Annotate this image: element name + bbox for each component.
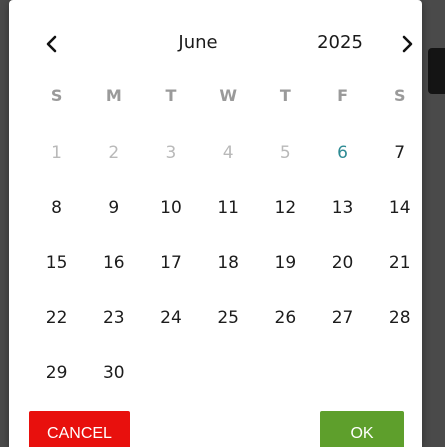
month-selector[interactable]: June: [139, 32, 257, 53]
previous-month-button[interactable]: [35, 27, 69, 61]
background-panel-edge: [428, 48, 445, 94]
day-cell: 2: [108, 142, 120, 163]
day-cell[interactable]: 22: [28, 290, 85, 345]
day-cell[interactable]: 29: [28, 345, 85, 400]
day-cell[interactable]: 24: [142, 290, 199, 345]
day-cell: 3: [165, 142, 177, 163]
day-cell[interactable]: 23: [85, 290, 142, 345]
day-cell[interactable]: 30: [85, 345, 142, 400]
day-cell[interactable]: 11: [200, 180, 257, 235]
day-cell[interactable]: 15: [28, 235, 85, 290]
weekday-label: T: [165, 86, 177, 105]
cancel-button[interactable]: CANCEL: [29, 411, 130, 447]
ok-button[interactable]: OK: [320, 411, 404, 447]
screen: June 2025 S M T W T F S 1 2 3 4 5 6 7 8 9 10 11 12 1…: [0, 0, 445, 447]
calendar-header: June 2025: [9, 0, 422, 80]
day-cell[interactable]: 17: [142, 235, 199, 290]
day-cell[interactable]: 16: [85, 235, 142, 290]
day-cell: 4: [222, 142, 234, 163]
day-cell[interactable]: 12: [257, 180, 314, 235]
weekday-label: W: [219, 86, 237, 105]
day-cell[interactable]: 13: [314, 180, 371, 235]
day-cell[interactable]: 18: [200, 235, 257, 290]
weekday-label: S: [393, 86, 406, 105]
day-cell[interactable]: 25: [200, 290, 257, 345]
chevron-left-icon: [46, 35, 57, 53]
chevron-right-icon: [402, 35, 413, 53]
day-cell[interactable]: 20: [314, 235, 371, 290]
weekday-header-row: S M T W T F S: [28, 86, 428, 108]
day-cell[interactable]: 19: [257, 235, 314, 290]
day-cell[interactable]: 21: [371, 235, 428, 290]
weekday-label: S: [50, 86, 63, 105]
day-cell[interactable]: 9: [85, 180, 142, 235]
day-cell: 5: [279, 142, 291, 163]
day-cell-today[interactable]: 6: [314, 125, 371, 180]
day-cell[interactable]: 28: [371, 290, 428, 345]
date-picker-dialog: June 2025 S M T W T F S 1 2 3 4 5 6 7 8 9 10 11 12 1…: [9, 0, 422, 447]
day-cell: 1: [51, 142, 62, 163]
year-selector[interactable]: 2025: [302, 32, 378, 53]
day-cell[interactable]: 27: [314, 290, 371, 345]
weekday-label: F: [337, 86, 348, 105]
day-cell[interactable]: 7: [371, 125, 428, 180]
day-cell[interactable]: 26: [257, 290, 314, 345]
day-cell[interactable]: 14: [371, 180, 428, 235]
next-month-button[interactable]: [390, 27, 424, 61]
day-cell[interactable]: 8: [28, 180, 85, 235]
weekday-label: T: [279, 86, 291, 105]
weekday-label: M: [105, 86, 122, 105]
day-cell[interactable]: 10: [142, 180, 199, 235]
day-grid: 1 2 3 4 5 6 7 8 9 10 11 12 13 14 15 16 17 18 19 20 21 22 23 24 2…: [28, 125, 428, 400]
